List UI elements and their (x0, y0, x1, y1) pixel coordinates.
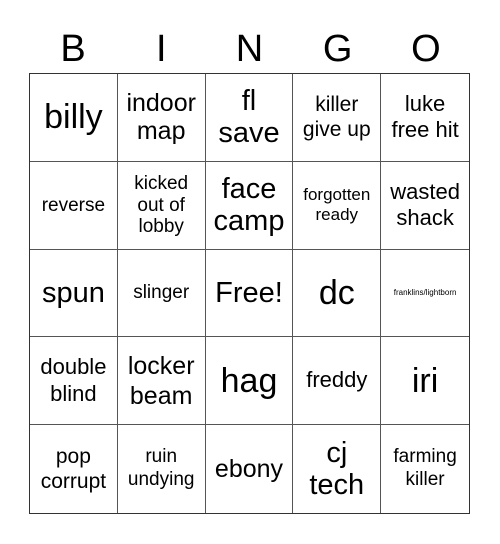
cell-line: locker (127, 351, 195, 380)
cell-line: ruin (145, 446, 178, 468)
cell-line: ready (315, 205, 359, 225)
bingo-cell[interactable]: billy (30, 74, 118, 162)
cell-text: freddy (306, 367, 368, 393)
bingo-cell[interactable]: hag (205, 337, 294, 426)
cell-line: corrupt (40, 470, 107, 494)
cell-text: hag (220, 361, 278, 400)
bingo-cell[interactable]: farming killer (381, 425, 469, 513)
cell-line: tech (309, 469, 365, 502)
bingo-cell[interactable]: luke free hit (381, 74, 469, 162)
cell-line: kicked (134, 173, 189, 195)
bingo-card-grid: billy indoor map fl save killer give up luk… (29, 73, 470, 514)
cell-line: out of (137, 194, 185, 216)
cell-text: ebony (214, 455, 284, 484)
header-letter-b: B (60, 28, 86, 70)
free-space-cell[interactable]: Free! (205, 249, 294, 338)
cell-line: luke (404, 91, 446, 116)
cell-text: billy (44, 98, 103, 137)
bingo-cell[interactable]: cj tech (293, 425, 382, 513)
header-letter-n: N (235, 28, 264, 70)
cell-line: cj (326, 436, 348, 469)
bingo-cell[interactable]: killer give up (293, 74, 382, 162)
bingo-cell[interactable]: franklins/lightborn (381, 250, 469, 338)
bingo-cell[interactable]: iri (381, 337, 469, 426)
cell-line: undying (127, 469, 195, 491)
cell-line: killer (315, 93, 359, 117)
bingo-cell[interactable]: dc (293, 249, 382, 338)
bingo-cell[interactable]: indoor map (117, 74, 206, 162)
cell-line: wasted (390, 178, 460, 204)
cell-text: iri (411, 361, 439, 400)
cell-line: killer (405, 469, 445, 491)
cell-line: camp (213, 205, 285, 238)
cell-line: save (218, 117, 280, 150)
cell-line: double (40, 354, 107, 380)
bingo-cell[interactable]: locker beam (117, 337, 206, 426)
bingo-cell[interactable]: double blind (30, 337, 118, 426)
bingo-cell[interactable]: fl save (205, 74, 294, 162)
free-space-label: Free! (215, 276, 283, 309)
cell-line: pop (55, 444, 91, 468)
cell-text: slinger (133, 282, 190, 304)
cell-line: face (221, 172, 277, 205)
bingo-cell[interactable]: slinger (117, 249, 206, 338)
bingo-cell[interactable]: reverse (30, 161, 118, 250)
cell-text: spun (41, 276, 105, 309)
cell-line: shack (396, 205, 454, 231)
cell-text: reverse (41, 194, 106, 216)
bingo-cell[interactable]: forgotten ready (293, 161, 382, 250)
bingo-cell[interactable]: ebony (206, 425, 294, 513)
cell-line: forgotten (303, 184, 371, 204)
cell-line: map (136, 117, 186, 146)
header-letter-i: I (156, 28, 167, 70)
bingo-header: B I N G O (29, 26, 470, 72)
cell-line: beam (129, 381, 193, 410)
header-letter-o: O (411, 28, 441, 70)
cell-line: fl (241, 84, 257, 117)
cell-line: blind (50, 380, 97, 406)
bingo-cell[interactable]: freddy (293, 337, 382, 426)
cell-line: indoor (126, 89, 196, 118)
cell-line: lobby (138, 215, 184, 237)
cell-line: give up (302, 118, 371, 142)
cell-line: farming (393, 446, 457, 468)
header-letter-g: G (322, 28, 353, 70)
bingo-cell[interactable]: kicked out of lobby (117, 161, 206, 250)
bingo-cell[interactable]: face camp (205, 161, 294, 250)
bingo-cell[interactable]: ruin undying (118, 425, 206, 513)
bingo-cell[interactable]: wasted shack (381, 162, 469, 250)
bingo-cell[interactable]: pop corrupt (30, 425, 118, 513)
cell-text: franklins/lightborn (393, 287, 457, 297)
bingo-cell[interactable]: spun (30, 249, 118, 338)
cell-line: free hit (391, 117, 459, 143)
cell-text: dc (318, 273, 355, 312)
